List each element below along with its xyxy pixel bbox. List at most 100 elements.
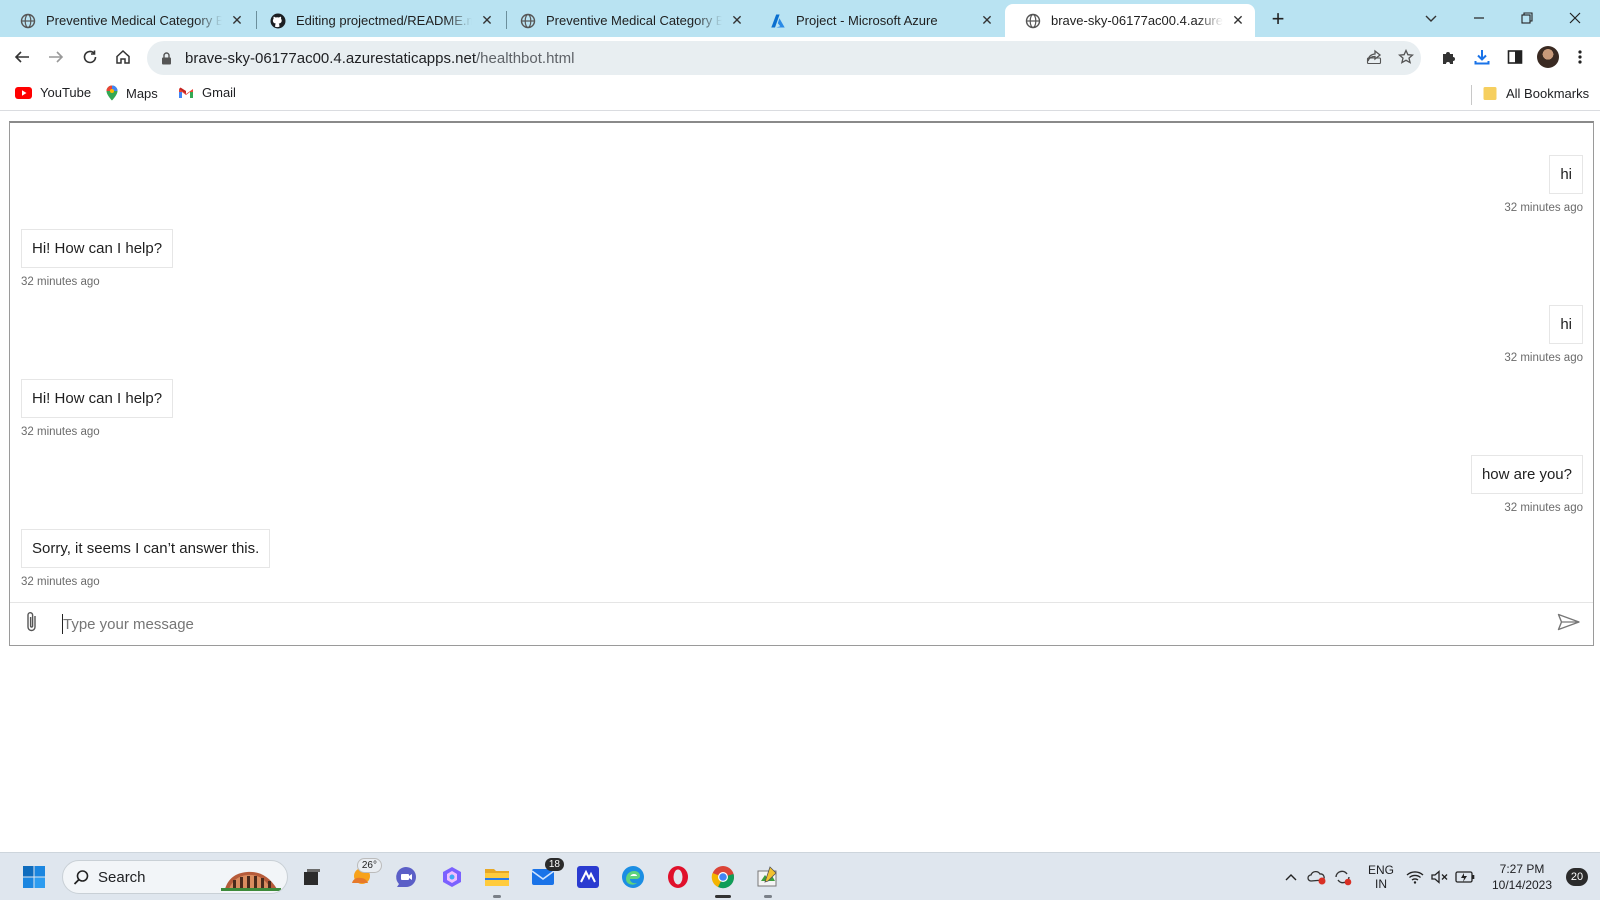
close-tab-icon[interactable]: ✕ [228, 12, 246, 30]
tab-title: Editing projectmed/README.md [296, 13, 472, 28]
browser-tab[interactable]: Editing projectmed/README.md ✕ [250, 4, 504, 37]
chrome-icon[interactable] [707, 861, 739, 898]
bookmarks-divider [1471, 85, 1472, 105]
send-arrow-icon [1557, 613, 1581, 636]
reload-icon[interactable] [76, 43, 104, 71]
close-tab-icon[interactable]: ✕ [478, 12, 496, 30]
running-indicator [715, 895, 731, 898]
extensions-puzzle-icon[interactable] [1436, 44, 1462, 70]
back-arrow-icon[interactable] [8, 43, 36, 71]
opera-icon[interactable] [662, 861, 694, 893]
input-language-indicator[interactable]: ENG IN [1364, 853, 1398, 901]
teams-chat-icon[interactable] [390, 861, 422, 893]
user-message: how are you? 32 minutes ago [1470, 455, 1583, 514]
running-indicator [493, 895, 501, 898]
new-tab-button[interactable]: + [1265, 7, 1291, 33]
notification-count-badge: 20 [1565, 868, 1589, 886]
bookmark-maps[interactable]: Maps [106, 85, 158, 101]
gmail-icon [178, 87, 194, 99]
bookmark-label: YouTube [40, 85, 92, 100]
restore-icon[interactable] [1504, 0, 1550, 36]
globe-icon [20, 13, 36, 29]
message-timestamp: 32 minutes ago [1504, 502, 1583, 514]
lock-icon [161, 51, 175, 65]
taskbar-search[interactable]: Search [62, 860, 288, 894]
share-icon[interactable] [1362, 45, 1386, 69]
address-bar[interactable]: brave-sky-06177ac00.4.azurestaticapps.ne… [147, 41, 1421, 75]
edge-icon[interactable] [617, 861, 649, 893]
windows-start-icon[interactable] [18, 861, 50, 893]
bot-message-bubble: Hi! How can I help? [21, 229, 174, 268]
vscode-style-app-icon[interactable] [572, 861, 604, 893]
copilot-icon[interactable] [436, 861, 468, 893]
close-tab-icon[interactable]: ✕ [1229, 12, 1247, 30]
close-window-icon[interactable] [1552, 0, 1598, 36]
mail-icon[interactable]: 18 [527, 858, 564, 893]
weather-widget[interactable]: 26° [345, 858, 382, 893]
bookmark-gmail[interactable]: Gmail [178, 85, 236, 100]
send-button[interactable] [1545, 603, 1593, 645]
bot-message: Hi! How can I help? 32 minutes ago [21, 229, 174, 288]
search-highlight-icon [221, 865, 281, 891]
user-message-bubble: how are you? [1470, 455, 1583, 494]
taskbar-search-label: Search [98, 868, 146, 886]
user-message: hi 32 minutes ago [1504, 155, 1583, 214]
bookmarks-bar: YouTube Maps Gmail All Bookmarks [0, 77, 1600, 111]
file-explorer-icon[interactable] [481, 861, 513, 898]
attach-file-button[interactable] [10, 603, 54, 645]
forward-arrow-icon[interactable] [42, 43, 70, 71]
browser-tab[interactable]: Preventive Medical Category Bot ✕ [500, 4, 754, 37]
message-timestamp: 32 minutes ago [1504, 352, 1583, 364]
maps-icon [106, 85, 118, 101]
notification-center[interactable]: 20 [1562, 853, 1592, 901]
browser-tab[interactable]: Preventive Medical Category Bot ✕ [0, 4, 254, 37]
folder-icon [1482, 85, 1498, 101]
side-panel-icon[interactable] [1502, 44, 1528, 70]
profile-avatar[interactable] [1535, 44, 1561, 70]
wifi-icon[interactable] [1404, 853, 1426, 901]
all-bookmarks-button[interactable]: All Bookmarks [1482, 85, 1589, 101]
message-timestamp: 32 minutes ago [21, 576, 100, 588]
close-tab-icon[interactable]: ✕ [978, 12, 996, 30]
tab-title: Project - Microsoft Azure [796, 13, 938, 28]
bot-message: Sorry, it seems I can’t answer this. 32 … [21, 529, 271, 588]
clock-time: 7:27 PM [1499, 862, 1545, 876]
task-view-icon[interactable] [296, 861, 328, 893]
url-path: /healthbot.html [476, 49, 575, 67]
bookmark-star-icon[interactable] [1394, 45, 1418, 69]
bot-message: Hi! How can I help? 32 minutes ago [21, 379, 174, 438]
language-code: ENG [1367, 863, 1394, 877]
onedrive-error-icon[interactable] [1305, 853, 1329, 901]
tab-title: brave-sky-06177ac00.4.azurestaticapps.ne… [1051, 13, 1223, 28]
clock[interactable]: 7:27 PM 10/14/2023 [1482, 853, 1562, 901]
bot-message-bubble: Sorry, it seems I can’t answer this. [21, 529, 271, 568]
search-icon [73, 869, 90, 886]
tab-search-chevron-icon[interactable] [1408, 0, 1454, 36]
url-host: brave-sky-06177ac00.4.azurestaticapps.ne… [185, 49, 477, 67]
mail-badge: 18 [544, 858, 564, 871]
home-icon[interactable] [109, 43, 137, 71]
browser-tab[interactable]: Project - Microsoft Azure ✕ [750, 4, 1004, 37]
minimize-icon[interactable] [1456, 0, 1502, 36]
send-box [10, 602, 1593, 645]
sync-alert-icon[interactable] [1331, 853, 1355, 901]
download-icon[interactable] [1469, 44, 1495, 70]
message-input[interactable] [62, 614, 1545, 634]
browser-toolbar: brave-sky-06177ac00.4.azurestaticapps.ne… [0, 37, 1600, 77]
close-tab-icon[interactable]: ✕ [728, 12, 746, 30]
running-indicator [764, 895, 772, 898]
paperclip-icon [25, 610, 39, 639]
browser-menu-icon[interactable] [1567, 44, 1593, 70]
speaker-muted-icon[interactable] [1429, 853, 1451, 901]
browser-tab-active[interactable]: brave-sky-06177ac00.4.azurestaticapps.ne… [1005, 4, 1255, 37]
language-region: IN [1374, 877, 1387, 891]
tab-title: Preventive Medical Category Bot [46, 13, 222, 28]
youtube-icon [15, 86, 32, 99]
azure-icon [770, 13, 786, 29]
show-hidden-icons-chevron[interactable] [1280, 853, 1302, 901]
battery-charging-icon[interactable] [1454, 853, 1476, 901]
bookmark-youtube[interactable]: YouTube [15, 85, 91, 100]
python-idle-icon[interactable] [752, 861, 784, 898]
web-chat: hi 32 minutes ago Hi! How can I help? 32… [9, 121, 1594, 646]
tab-strip: Preventive Medical Category Bot ✕ Editin… [0, 0, 1600, 37]
